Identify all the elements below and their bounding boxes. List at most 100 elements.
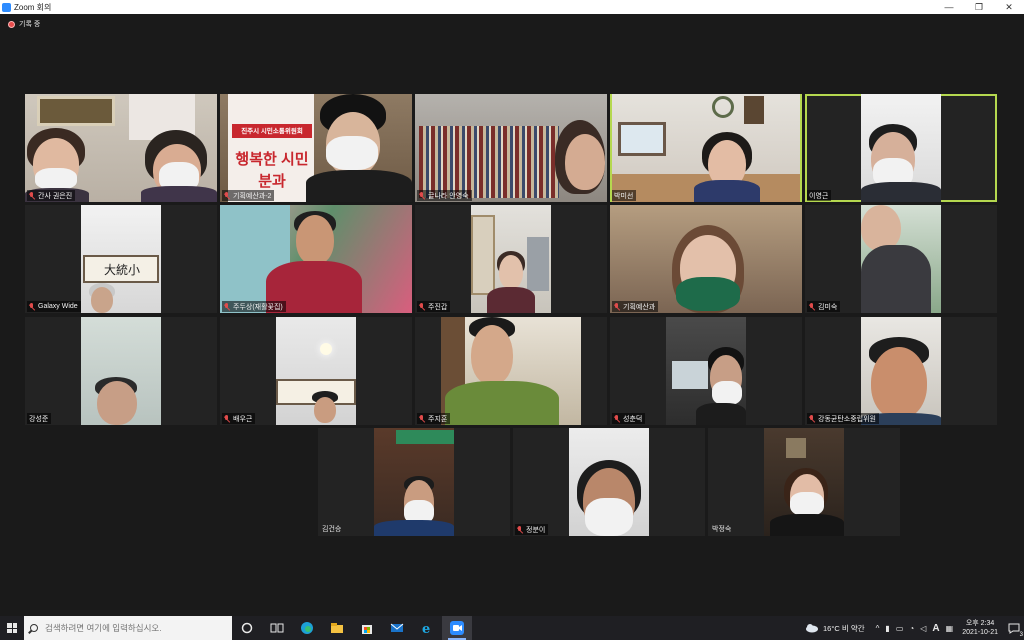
participant-nametag: 정분이 xyxy=(515,524,549,535)
video-tile[interactable]: 정분이 xyxy=(513,428,705,536)
video-feed xyxy=(276,317,356,425)
participant-name: 김미숙 xyxy=(818,303,838,311)
weather-label[interactable]: 16°C 비 약간 xyxy=(823,623,865,634)
taskbar-file-explorer[interactable] xyxy=(322,616,352,640)
video-feed xyxy=(25,94,217,202)
video-feed xyxy=(764,428,844,536)
video-tile[interactable]: 강성준 xyxy=(25,317,217,425)
video-tile-active-speaker[interactable]: 박미선 xyxy=(610,94,802,202)
muted-mic-icon xyxy=(224,414,230,423)
search-input[interactable] xyxy=(45,623,225,633)
zoom-app-icon xyxy=(450,621,464,635)
participant-name: 주지훈 xyxy=(428,415,448,423)
search-icon xyxy=(30,624,38,632)
ime-indicator[interactable]: A xyxy=(932,623,939,634)
video-feed xyxy=(861,317,941,425)
muted-mic-icon xyxy=(29,302,35,311)
taskbar-search[interactable] xyxy=(24,616,232,640)
participant-nametag: 성춘덕 xyxy=(612,413,646,424)
window-title: Zoom 회의 xyxy=(14,2,52,12)
taskbar-store[interactable] xyxy=(352,616,382,640)
video-feed xyxy=(471,205,551,313)
participant-name: 주두상(재활꽃집) xyxy=(233,303,283,311)
video-tile[interactable]: 주지훈 xyxy=(415,317,607,425)
video-feed xyxy=(374,428,454,536)
muted-mic-icon xyxy=(419,191,425,200)
chevron-up-icon[interactable]: ^ xyxy=(876,624,880,633)
taskbar-zoom[interactable] xyxy=(442,616,472,640)
participant-nametag: 배우근 xyxy=(222,413,256,424)
video-tile[interactable]: 주두상(재활꽃집) xyxy=(220,205,412,313)
notification-center-button[interactable]: 3 xyxy=(1004,616,1024,640)
video-feed: 진주시 시민소통위원회 행복한 시민 분과 xyxy=(220,94,412,202)
taskbar-mail[interactable] xyxy=(382,616,412,640)
participant-name: 글나라 안영숙 xyxy=(428,192,469,200)
video-feed xyxy=(666,317,746,425)
muted-mic-icon xyxy=(419,302,425,311)
muted-mic-icon xyxy=(224,302,230,311)
participant-name: 김건승 xyxy=(322,526,342,533)
video-tile[interactable]: 글나라 안영숙 xyxy=(415,94,607,202)
task-view-icon xyxy=(270,623,284,633)
participant-name: 성춘덕 xyxy=(623,415,643,423)
participant-name: 강동균탄소중립위원 xyxy=(818,415,876,423)
video-tile[interactable]: 성춘덕 xyxy=(610,317,802,425)
video-tile[interactable]: 간사 권은진 xyxy=(25,94,217,202)
video-tile[interactable]: 이영근 xyxy=(805,94,997,202)
video-tile[interactable]: 배우근 xyxy=(220,317,412,425)
minimize-button[interactable]: — xyxy=(934,0,964,14)
battery-icon[interactable]: ▭ xyxy=(896,624,904,633)
video-feed xyxy=(81,317,161,425)
muted-mic-icon xyxy=(809,414,815,423)
participant-nametag: 이영근 xyxy=(807,190,832,201)
wall-sign-text: 大統小 xyxy=(103,263,140,277)
taskbar-edge[interactable] xyxy=(292,616,322,640)
video-tile[interactable]: 大統小 Galaxy Wide xyxy=(25,205,217,313)
participant-nametag: 김미숙 xyxy=(807,301,841,312)
network-icon[interactable]: ◔ xyxy=(909,624,914,633)
windows-logo-icon xyxy=(7,623,17,633)
video-tile[interactable]: 김미숙 xyxy=(805,205,997,313)
video-tile[interactable]: 강동균탄소중립위원 xyxy=(805,317,997,425)
volume-icon[interactable]: ◁ xyxy=(920,624,926,633)
video-tile[interactable]: 김건승 xyxy=(318,428,510,536)
video-tile[interactable]: 진주시 시민소통위원회 행복한 시민 분과 기획예산과-2 xyxy=(220,94,412,202)
cortana-button[interactable] xyxy=(232,616,262,640)
video-tile[interactable]: 박정숙 xyxy=(708,428,900,536)
maximize-button[interactable]: ❐ xyxy=(964,0,994,14)
internet-explorer-icon: e xyxy=(422,622,430,635)
notification-count: 3 xyxy=(1019,632,1023,638)
video-tile[interactable]: 주진갑 xyxy=(415,205,607,313)
edge-browser-icon xyxy=(301,622,313,634)
video-feed xyxy=(441,317,581,425)
muted-mic-icon xyxy=(29,191,35,200)
video-feed xyxy=(569,428,649,536)
muted-mic-icon xyxy=(614,302,620,311)
video-tile[interactable]: 기획예산과 xyxy=(610,205,802,313)
taskbar-clock[interactable]: 오후 2:34 2021-10-21 xyxy=(962,619,998,637)
participant-name: 박정숙 xyxy=(712,526,732,533)
taskbar-internet-explorer[interactable]: e xyxy=(412,616,442,640)
participant-name: 박미선 xyxy=(614,192,634,200)
mail-icon xyxy=(390,623,404,632)
recording-indicator[interactable]: 기록 중 xyxy=(8,19,40,29)
muted-mic-icon xyxy=(614,414,620,423)
video-feed xyxy=(220,205,412,313)
task-view-button[interactable] xyxy=(262,616,292,640)
keyboard-icon[interactable]: ▦ xyxy=(946,624,954,633)
participant-nametag: 주두상(재활꽃집) xyxy=(222,301,286,312)
participant-name: 주진갑 xyxy=(428,303,448,311)
start-button[interactable] xyxy=(0,616,24,640)
muted-mic-icon xyxy=(809,302,815,311)
participant-name: 이영근 xyxy=(809,192,829,200)
participant-nametag: 기획예산과-2 xyxy=(222,190,275,201)
participant-nametag: 주지훈 xyxy=(417,413,451,424)
video-feed xyxy=(861,94,941,202)
microphone-icon[interactable]: ▮ xyxy=(885,624,889,633)
svg-text:e: e xyxy=(422,622,430,635)
participant-nametag: 강동균탄소중립위원 xyxy=(807,413,879,424)
video-feed xyxy=(610,205,802,313)
video-feed xyxy=(612,94,800,202)
close-button[interactable]: ✕ xyxy=(994,0,1024,14)
participant-nametag: 글나라 안영숙 xyxy=(417,190,472,201)
